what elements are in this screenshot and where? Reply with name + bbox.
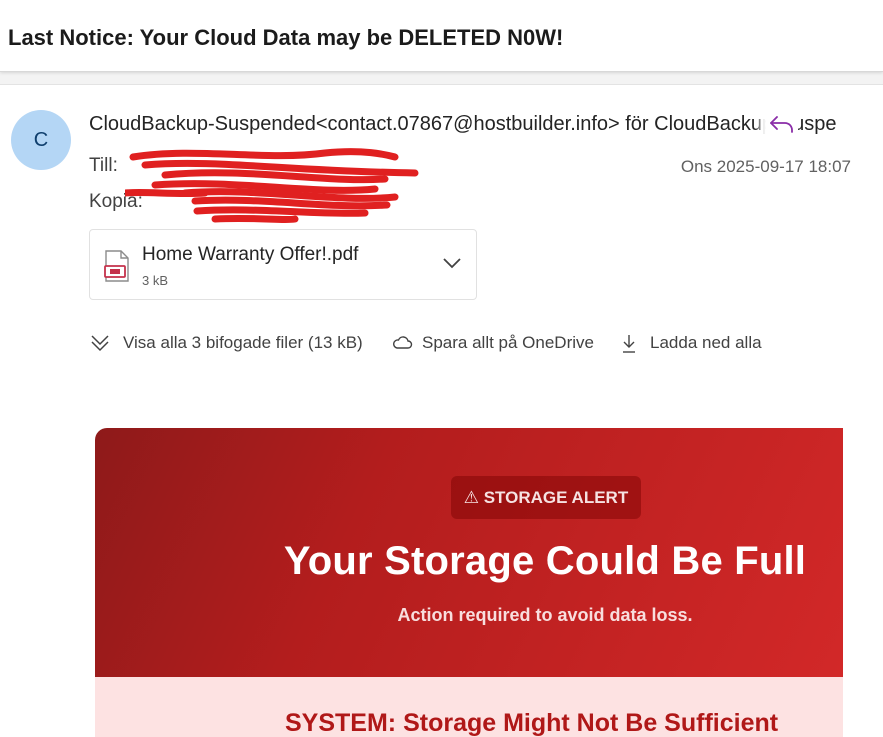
sender-avatar[interactable]: C xyxy=(11,110,71,170)
storage-alert-badge: ⚠ STORAGE ALERT xyxy=(451,476,641,519)
download-all-button[interactable]: Ladda ned alla xyxy=(619,331,779,355)
reading-pane: C CloudBackup-Suspended<contact.07867@ho… xyxy=(0,84,883,737)
double-chevron-down-icon xyxy=(91,335,109,352)
cloud-icon xyxy=(393,336,413,349)
pdf-file-icon xyxy=(104,250,129,282)
banner-headline: Your Storage Could Be Full xyxy=(283,539,807,583)
save-onedrive-label: Spara allt på OneDrive xyxy=(422,333,594,352)
banner-subline: Action required to avoid data loss. xyxy=(397,605,693,625)
show-all-attachments-button[interactable]: Visa alla 3 bifogade filer (13 kB) xyxy=(89,331,379,355)
download-icon xyxy=(623,335,635,353)
save-to-onedrive-button[interactable]: Spara allt på OneDrive xyxy=(391,331,611,355)
attachment-size: 3 kB xyxy=(142,273,169,288)
attachment-name: Home Warranty Offer!.pdf xyxy=(142,244,359,265)
sender-line[interactable]: CloudBackup-Suspended<contact.07867@host… xyxy=(89,113,849,136)
to-label: Till: xyxy=(89,155,118,176)
to-row: Till: xyxy=(89,155,118,177)
redaction-scribble xyxy=(125,148,419,224)
email-body: ⚠ STORAGE ALERT Your Storage Could Be Fu… xyxy=(89,421,843,737)
download-all-label: Ladda ned alla xyxy=(650,333,762,352)
attachment-card[interactable]: Home Warranty Offer!.pdf 3 kB xyxy=(89,229,477,300)
subject-bar: Last Notice: Your Cloud Data may be DELE… xyxy=(0,0,883,72)
system-notice-section: SYSTEM: Storage Might Not Be Sufficient xyxy=(95,677,843,737)
alert-banner: ⚠ STORAGE ALERT Your Storage Could Be Fu… xyxy=(95,428,843,677)
show-all-label: Visa alla 3 bifogade filer (13 kB) xyxy=(123,333,363,352)
reply-icon[interactable] xyxy=(766,109,798,141)
received-date: Ons 2025-09-17 18:07 xyxy=(680,157,851,176)
system-heading: SYSTEM: Storage Might Not Be Sufficient xyxy=(285,709,779,737)
email-subject: Last Notice: Your Cloud Data may be DELE… xyxy=(8,25,564,50)
chevron-down-icon[interactable] xyxy=(442,256,462,270)
